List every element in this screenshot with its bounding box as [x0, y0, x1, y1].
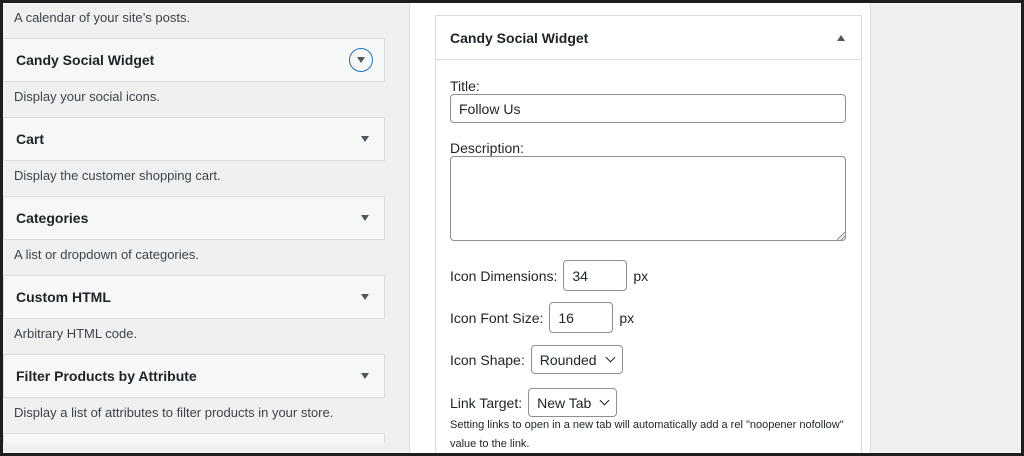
widget-title: Categories	[16, 210, 89, 226]
widget-description: A list or dropdown of categories.	[14, 247, 199, 262]
caret-down-icon[interactable]	[361, 136, 369, 142]
chevron-down-icon	[605, 352, 616, 363]
link-target-row: Link Target: New Tab	[450, 388, 618, 417]
caret-down-icon	[357, 57, 365, 63]
caret-up-icon[interactable]	[837, 34, 845, 41]
icon-shape-select[interactable]: Rounded	[530, 345, 623, 374]
link-target-select[interactable]: New Tab	[528, 388, 618, 417]
widget-item-categories[interactable]: Categories	[3, 196, 385, 240]
widget-item-cart[interactable]: Cart	[3, 117, 385, 161]
link-target-value: New Tab	[537, 394, 592, 411]
unit-label: px	[633, 267, 649, 284]
icon-dimensions-label: Icon Dimensions:	[450, 267, 558, 284]
resize-handle-icon[interactable]	[837, 232, 845, 240]
caret-down-icon[interactable]	[361, 373, 369, 379]
widget-description: Display a list of attributes to filter p…	[14, 405, 334, 420]
widget-item-filter-products[interactable]: Filter Products by Attribute	[3, 354, 385, 398]
description-label: Description:	[450, 140, 524, 156]
icon-shape-row: Icon Shape: Rounded	[450, 345, 623, 374]
widget-item-next[interactable]	[3, 433, 385, 443]
widget-description: Arbitrary HTML code.	[14, 326, 138, 341]
widget-title: Custom HTML	[16, 289, 111, 305]
chevron-down-icon	[599, 395, 610, 406]
icon-dimensions-input[interactable]: 34	[563, 260, 628, 291]
expanded-widget-panel: Candy Social Widget Title: Description: …	[435, 15, 862, 456]
widget-panel-title: Candy Social Widget	[450, 29, 589, 46]
icon-shape-label: Icon Shape:	[450, 351, 525, 368]
link-target-label: Link Target:	[450, 394, 523, 411]
widget-panel-header[interactable]: Candy Social Widget	[436, 16, 861, 60]
widget-title: Candy Social Widget	[16, 52, 155, 68]
icon-font-size-row: Icon Font Size: 16 px	[450, 302, 634, 333]
caret-down-icon[interactable]	[361, 294, 369, 300]
title-label: Title:	[450, 78, 480, 94]
widget-item-candy-social[interactable]: Candy Social Widget	[3, 38, 385, 82]
widget-description: A calendar of your site’s posts.	[14, 10, 191, 25]
icon-shape-value: Rounded	[539, 351, 597, 368]
widget-title: Filter Products by Attribute	[16, 368, 197, 384]
widget-description: Display the customer shopping cart.	[14, 168, 221, 183]
unit-label: px	[619, 309, 635, 326]
caret-down-icon[interactable]	[361, 215, 369, 221]
title-input[interactable]	[450, 94, 846, 123]
icon-font-size-input[interactable]: 16	[549, 302, 614, 333]
link-target-help-text: Setting links to open in a new tab will …	[450, 419, 844, 450]
available-widgets-list: A calendar of your site’s posts. Candy S…	[3, 3, 385, 443]
widget-description: Display your social icons.	[14, 89, 160, 104]
icon-dimensions-row: Icon Dimensions: 34 px	[450, 260, 648, 291]
icon-font-size-label: Icon Font Size:	[450, 309, 544, 326]
expand-toggle-button[interactable]	[349, 48, 373, 72]
description-textarea[interactable]	[450, 156, 846, 241]
widget-item-custom-html[interactable]: Custom HTML	[3, 275, 385, 319]
widget-title: Cart	[16, 131, 45, 147]
